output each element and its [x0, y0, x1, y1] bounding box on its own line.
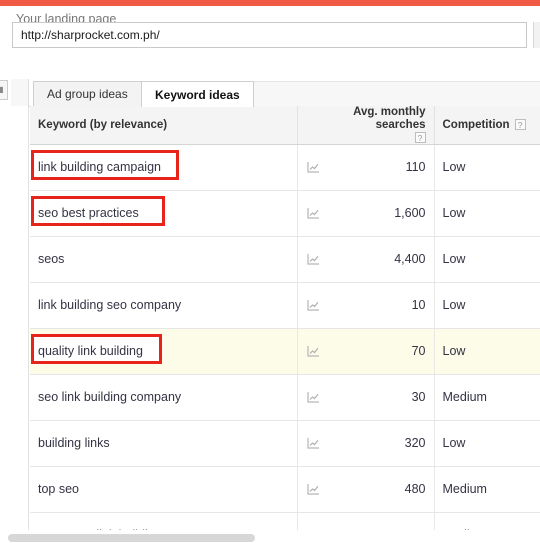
- column-header-competition-label: Competition: [442, 118, 510, 131]
- landing-page-input-wrapper[interactable]: [12, 22, 527, 48]
- cell-avg-monthly-searches[interactable]: 30: [297, 374, 435, 421]
- table-row[interactable]: link building seo company 10 Low: [30, 282, 540, 329]
- cell-competition: Medium: [434, 374, 540, 421]
- top-accent-bar: [0, 0, 540, 6]
- right-edge-stub: [533, 22, 540, 48]
- column-header-competition[interactable]: Competition ?: [434, 106, 540, 145]
- cell-competition: Low: [434, 420, 540, 467]
- competition-value: Low: [442, 160, 466, 174]
- table-row[interactable]: top seo 480 Medium: [30, 466, 540, 513]
- keyword-text: building links: [38, 436, 110, 450]
- avg-monthly-searches-value: 480: [404, 482, 426, 496]
- tab-bar-filler: [236, 81, 540, 106]
- table-body: link building campaign 110 Low seo best pra…: [30, 144, 540, 530]
- table-row[interactable]: seo link building company 30 Medium: [30, 374, 540, 421]
- cell-competition: Low: [434, 190, 540, 237]
- cell-keyword[interactable]: seo best practices: [30, 190, 298, 237]
- cell-avg-monthly-searches[interactable]: 10: [297, 282, 435, 329]
- cell-avg-monthly-searches[interactable]: 70: [297, 328, 435, 375]
- cell-keyword[interactable]: seos: [30, 236, 298, 283]
- keyword-text: seo best practices: [38, 206, 139, 220]
- table-row[interactable]: link building campaign 110 Low: [30, 144, 540, 191]
- avg-monthly-searches-value: 4,400: [394, 252, 426, 266]
- keyword-ideas-table: Keyword (by relevance) Avg. monthly sear…: [30, 106, 540, 530]
- row-select-gutter: [11, 106, 29, 530]
- cell-keyword[interactable]: quality link building: [30, 328, 298, 375]
- cell-keyword[interactable]: top seo: [30, 466, 298, 513]
- cell-avg-monthly-searches[interactable]: 1,600: [297, 190, 435, 237]
- cell-keyword[interactable]: building links: [30, 420, 298, 467]
- cell-avg-monthly-searches[interactable]: 4,400: [297, 236, 435, 283]
- keyword-text: seo link building company: [38, 390, 182, 404]
- table-header-row: Keyword (by relevance) Avg. monthly sear…: [30, 106, 540, 145]
- tab-ad-group-ideas[interactable]: Ad group ideas: [33, 81, 142, 106]
- table-row[interactable]: quality link building 70 Low: [30, 328, 540, 375]
- competition-value: Low: [442, 436, 466, 450]
- tab-ad-group-ideas-label: Ad group ideas: [47, 87, 128, 101]
- cell-competition: Medium: [434, 466, 540, 513]
- avg-monthly-searches-value: 30: [411, 390, 426, 404]
- competition-value: Low: [442, 344, 466, 358]
- table-row[interactable]: building links 320 Low: [30, 420, 540, 467]
- help-icon[interactable]: ?: [514, 119, 526, 131]
- cell-competition: Low: [434, 144, 540, 191]
- competition-value: Low: [442, 206, 466, 220]
- cell-competition: Low: [434, 282, 540, 329]
- column-header-keyword[interactable]: Keyword (by relevance): [30, 106, 298, 145]
- avg-monthly-searches-value: 110: [405, 160, 426, 174]
- competition-value: Low: [442, 252, 466, 266]
- tab-keyword-ideas[interactable]: Keyword ideas: [141, 81, 254, 107]
- competition-value: Medium: [442, 390, 487, 404]
- horizontal-scrollbar-thumb[interactable]: [8, 534, 255, 542]
- avg-monthly-searches-value: 1,600: [394, 206, 426, 220]
- cell-keyword[interactable]: outsource link building: [30, 512, 298, 530]
- competition-value: Medium: [442, 482, 487, 496]
- table-row[interactable]: seo best practices 1,600 Low: [30, 190, 540, 237]
- tab-bar-gutter: [11, 79, 29, 106]
- cell-avg-monthly-searches[interactable]: 90: [297, 512, 435, 530]
- horizontal-scrollbar[interactable]: [8, 533, 527, 543]
- keyword-text: outsource link building: [38, 528, 162, 530]
- keyword-text: link building seo company: [38, 298, 182, 312]
- cell-competition: Medium: [434, 512, 540, 530]
- avg-monthly-searches-value: 320: [404, 436, 426, 450]
- landing-page-input[interactable]: [13, 23, 526, 47]
- avg-monthly-searches-value: 90: [412, 528, 426, 530]
- cell-keyword[interactable]: link building campaign: [30, 144, 298, 191]
- column-header-avg-monthly-searches-label: Avg. monthly searches: [353, 106, 426, 132]
- keyword-ideas-table-area: Keyword (by relevance) Avg. monthly sear…: [11, 106, 540, 530]
- column-header-avg-monthly-searches[interactable]: Avg. monthly searches ?: [297, 106, 435, 145]
- tab-keyword-ideas-label: Keyword ideas: [155, 87, 240, 102]
- tab-bar: Ad group ideas Keyword ideas: [11, 79, 540, 107]
- table-row[interactable]: seos 4,400 Low: [30, 236, 540, 283]
- cell-competition: Low: [434, 236, 540, 283]
- competition-value: Medium: [443, 528, 487, 530]
- collapse-panel-button[interactable]: ▮: [0, 80, 8, 100]
- keyword-text: top seo: [38, 482, 80, 496]
- cell-avg-monthly-searches[interactable]: 320: [297, 420, 435, 467]
- competition-value: Low: [442, 298, 466, 312]
- keyword-text: link building campaign: [38, 160, 161, 174]
- keyword-text: seos: [38, 252, 65, 266]
- cell-keyword[interactable]: link building seo company: [30, 282, 298, 329]
- cell-competition: Low: [434, 328, 540, 375]
- cell-keyword[interactable]: seo link building company: [30, 374, 298, 421]
- keyword-text: quality link building: [38, 344, 143, 358]
- collapse-panel-icon: ▮: [0, 85, 4, 94]
- table-row[interactable]: outsource link building 90 Medium: [30, 512, 540, 530]
- cell-avg-monthly-searches[interactable]: 110: [297, 144, 435, 191]
- help-icon[interactable]: ?: [414, 132, 426, 144]
- avg-monthly-searches-value: 10: [411, 298, 426, 312]
- column-header-keyword-label: Keyword (by relevance): [38, 118, 168, 131]
- cell-avg-monthly-searches[interactable]: 480: [297, 466, 435, 513]
- avg-monthly-searches-value: 70: [411, 344, 426, 358]
